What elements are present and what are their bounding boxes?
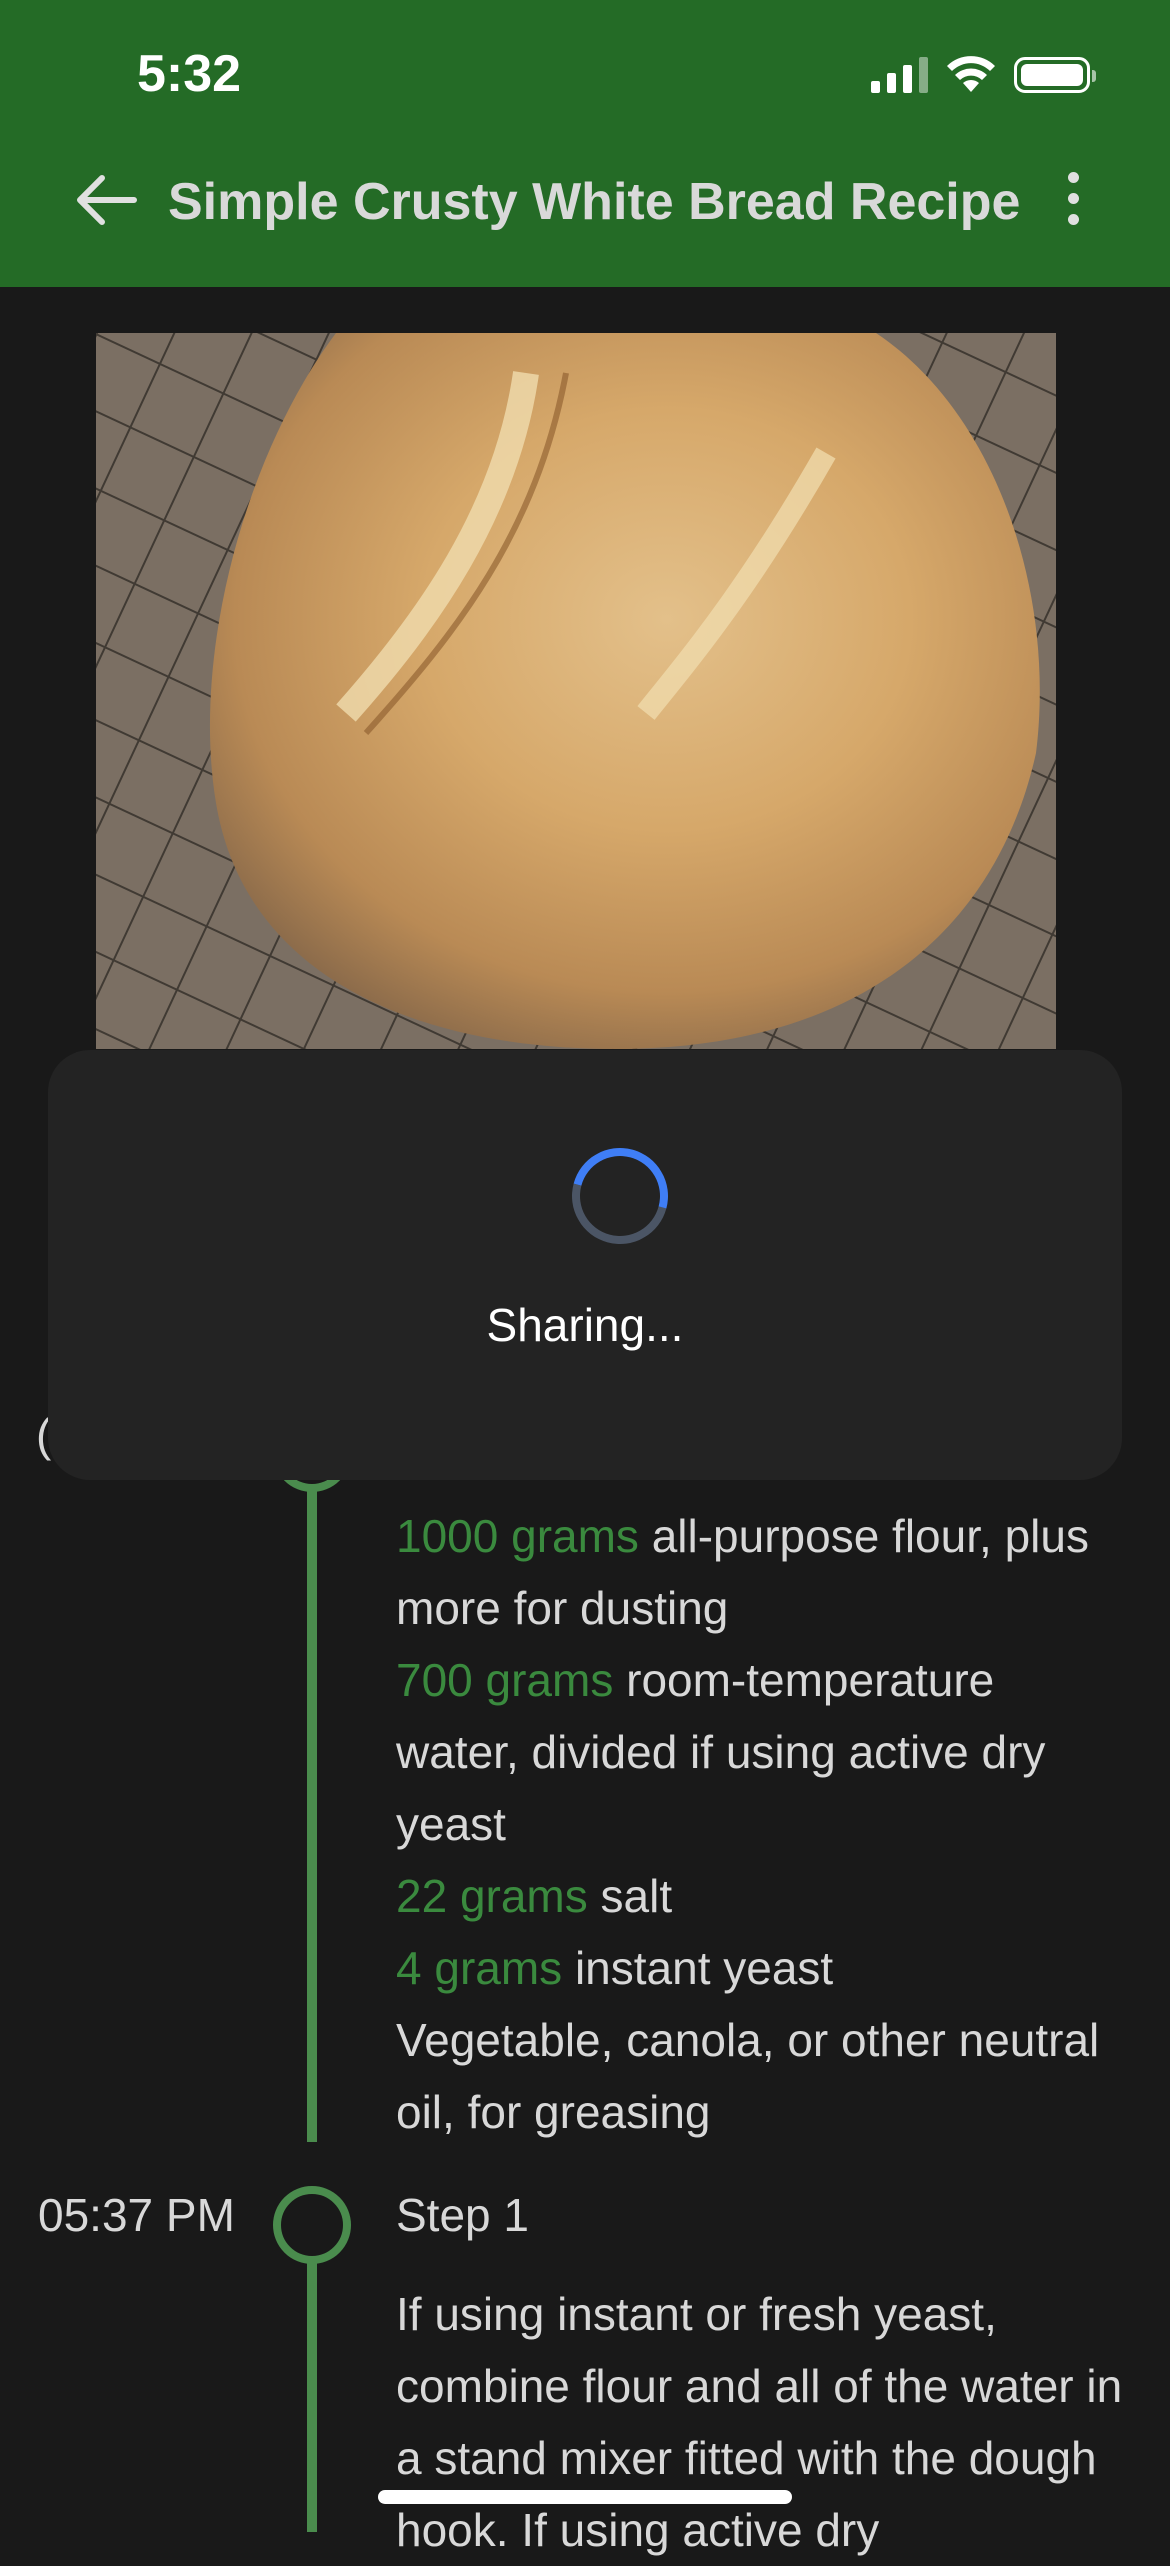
back-arrow-icon[interactable] — [70, 170, 140, 230]
ingredient-quantity: 22 grams — [396, 1870, 588, 1922]
ingredient-line: 4 grams instant yeast — [396, 1932, 1126, 2004]
ingredient-line: 22 grams salt — [396, 1860, 1126, 1932]
timeline-line — [307, 1470, 317, 2142]
timeline-line — [307, 2262, 317, 2532]
dialog-message: Sharing... — [486, 1299, 684, 1351]
ingredients-list: 1000 grams all-purpose flour, plus more … — [396, 1500, 1126, 2148]
page-title: Simple Crusty White Bread Recipe — [168, 173, 1021, 231]
status-icons — [871, 56, 1096, 94]
ingredient-quantity: 700 grams — [396, 1654, 614, 1706]
step-title: Step 1 — [396, 2189, 529, 2241]
recipe-photo — [96, 333, 1056, 1049]
home-indicator[interactable] — [378, 2490, 792, 2504]
step-instructions: If using instant or fresh yeast, combine… — [396, 2288, 1123, 2556]
loading-spinner-icon — [554, 1130, 686, 1262]
ingredient-line: 1000 grams all-purpose flour, plus more … — [396, 1500, 1126, 1644]
more-options-icon[interactable] — [1055, 172, 1091, 234]
ingredient-quantity: 4 grams — [396, 1942, 563, 1994]
ingredient-line: 700 grams room-temperature water, divide… — [396, 1644, 1126, 1860]
battery-icon — [1014, 57, 1096, 93]
ingredient-text: salt — [600, 1870, 673, 1922]
app-header: 5:32 Simple Crusty White Bread Recipe — [0, 0, 1170, 287]
ingredient-quantity: 1000 grams — [396, 1510, 639, 1562]
ingredient-text: Vegetable, canola, or other neutral oil,… — [396, 2014, 1100, 2138]
ingredient-line: Vegetable, canola, or other neutral oil,… — [396, 2004, 1126, 2148]
wifi-icon — [947, 56, 995, 92]
cellular-signal-icon — [871, 57, 928, 93]
ingredient-text: instant yeast — [574, 1942, 834, 1994]
timeline-node-step-1 — [273, 2186, 351, 2264]
sharing-dialog: Sharing... — [48, 1050, 1122, 1480]
status-time: 5:32 — [137, 45, 242, 103]
step-time-label: 05:37 PM — [38, 2189, 235, 2241]
